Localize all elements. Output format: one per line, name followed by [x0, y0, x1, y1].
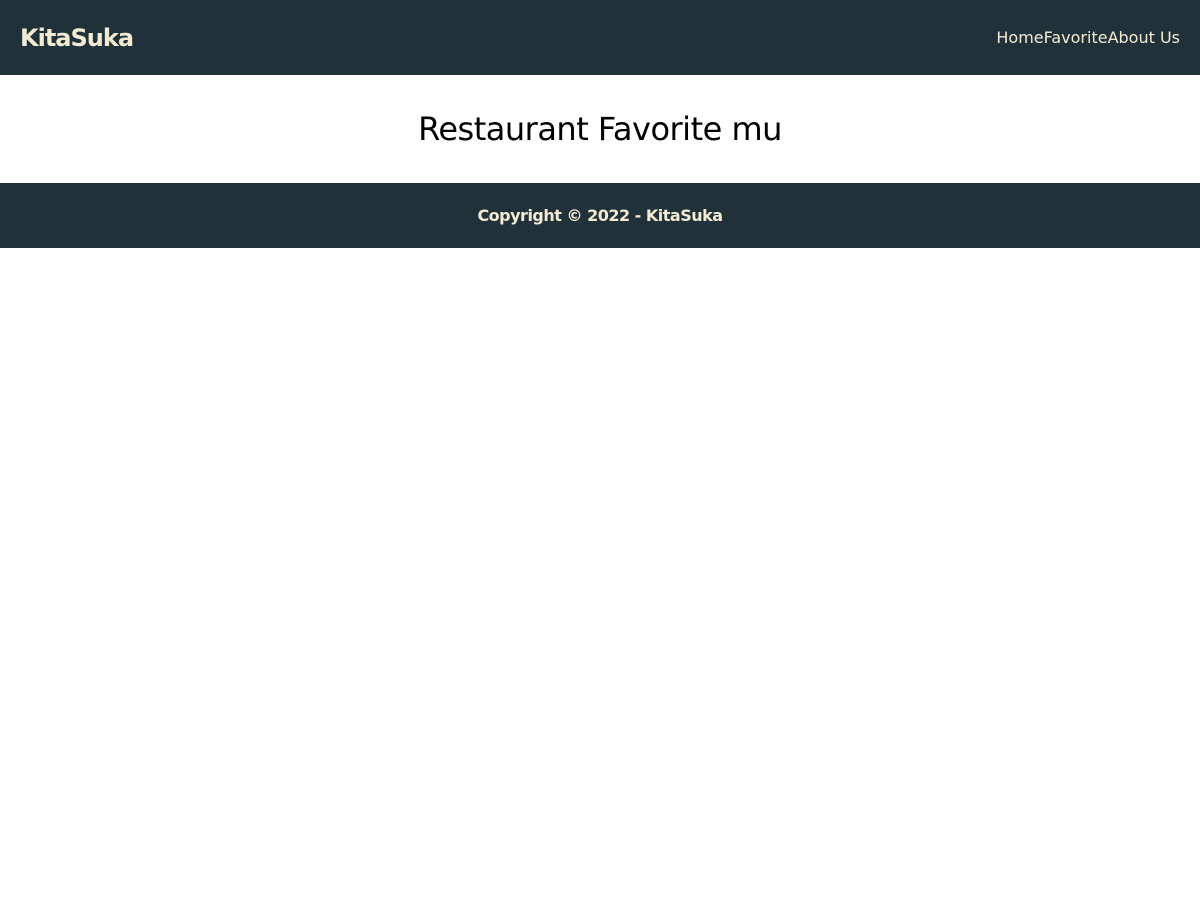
nav-item-about-us: About Us [1108, 20, 1180, 56]
nav-link-about-us[interactable]: About Us [1108, 20, 1180, 56]
brand-logo-link[interactable]: KitaSuka [20, 24, 134, 52]
nav-list: Home Favorite About Us [996, 20, 1180, 56]
page-title: Restaurant Favorite mu [418, 110, 782, 148]
nav-link-home[interactable]: Home [996, 20, 1043, 56]
nav-item-home: Home [996, 20, 1043, 56]
nav-item-favorite: Favorite [1044, 20, 1108, 56]
main-navigation: Home Favorite About Us [996, 20, 1180, 56]
main-content: Restaurant Favorite mu [0, 75, 1200, 183]
top-navbar: KitaSuka Home Favorite About Us [0, 0, 1200, 75]
copyright-text: Copyright © 2022 - KitaSuka [477, 206, 723, 225]
nav-link-favorite[interactable]: Favorite [1044, 20, 1108, 56]
page-footer: Copyright © 2022 - KitaSuka [0, 183, 1200, 248]
